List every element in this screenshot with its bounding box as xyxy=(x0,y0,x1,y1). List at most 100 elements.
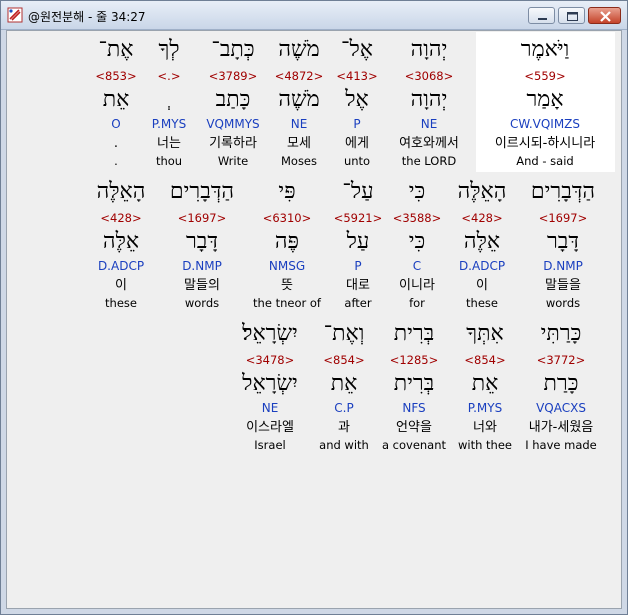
korean-gloss: . xyxy=(113,136,119,151)
strong-number[interactable]: <853> xyxy=(92,69,140,83)
strong-number[interactable]: <6310> xyxy=(247,211,327,225)
strong-number[interactable]: <428> xyxy=(85,211,157,225)
grammar-code: P.MYS xyxy=(467,401,503,415)
strong-number[interactable]: <1697> xyxy=(159,211,245,225)
strong-number[interactable]: <854> xyxy=(453,353,517,367)
lemma-word: אֵת xyxy=(102,87,130,112)
grammar-code: D.NMP xyxy=(182,259,222,273)
korean-gloss: 에게 xyxy=(345,136,369,151)
strong-number[interactable]: <3789> xyxy=(200,69,266,83)
english-gloss: And - said xyxy=(516,154,574,168)
hebrew-word: הַדְּבָרִים xyxy=(530,179,596,204)
strong-number[interactable]: <428> xyxy=(447,211,517,225)
strong-number[interactable]: <4872> xyxy=(271,69,327,83)
lemma-word: דָּבָר xyxy=(186,229,218,254)
grammar-code: CW.VQIMZS xyxy=(509,117,581,131)
korean-gloss: 이 xyxy=(476,278,488,293)
strong-number[interactable]: <3588> xyxy=(389,211,445,225)
english-gloss: words xyxy=(184,296,220,310)
hebrew-word: אִתְּךָ xyxy=(466,321,504,346)
hebrew-word: פִּי xyxy=(278,179,296,204)
english-gloss: with thee xyxy=(457,438,512,452)
korean-gloss: 여호와께서 xyxy=(399,136,459,151)
lemma-word: יִשְׂרָאֵל xyxy=(242,371,298,396)
grammar-code: C.P xyxy=(334,401,354,415)
lemma-word: אָמַר xyxy=(526,87,564,112)
hebrew-word: וַיֹּאמֶר xyxy=(520,37,570,62)
korean-gloss: 뜻 xyxy=(281,278,293,293)
english-gloss: the LORD xyxy=(401,154,457,168)
english-gloss: for xyxy=(409,296,425,310)
korean-gloss: 너는 xyxy=(157,136,181,151)
lemma-word: אֵלֶּה xyxy=(463,229,501,254)
lemma-word: בְּרִית xyxy=(393,371,435,396)
close-button[interactable] xyxy=(588,7,621,24)
lemma-word: דָּבָר xyxy=(547,229,579,254)
minimize-button[interactable] xyxy=(528,7,555,24)
maximize-button[interactable] xyxy=(558,7,585,24)
strong-number[interactable]: <854> xyxy=(315,353,373,367)
strong-number[interactable]: <.> xyxy=(145,69,193,83)
hebrew-word: כִּי xyxy=(408,179,426,204)
strong-number[interactable]: <413> xyxy=(332,69,382,83)
lemma-word: אֶל xyxy=(345,87,369,112)
english-gloss: the tneor of xyxy=(253,296,321,310)
korean-gloss: 기록하라 xyxy=(209,136,257,151)
strong-number[interactable]: <3068> xyxy=(389,69,469,83)
strong-number[interactable]: <3772> xyxy=(519,353,603,367)
hebrew-word: הָאֵלֶּה xyxy=(96,179,146,204)
hebrew-word: אֶת־ xyxy=(98,37,134,62)
window-title: @원전분해 - 줄 34:27 xyxy=(28,10,146,24)
hebrew-word: יִשְׂרָאֵל׃ xyxy=(242,321,298,346)
english-gloss: these xyxy=(105,296,137,310)
grammar-code: P.MYS xyxy=(151,117,187,131)
english-gloss: Write xyxy=(217,154,249,168)
hebrew-word: בְּרִית xyxy=(393,321,435,346)
strong-number[interactable]: <1285> xyxy=(377,353,451,367)
lemma-word: פֶּה xyxy=(274,229,300,254)
grammar-code: VQACXS xyxy=(536,401,586,415)
english-gloss: Moses xyxy=(280,154,318,168)
korean-gloss: 대로 xyxy=(346,278,370,293)
strong-number[interactable]: <3478> xyxy=(229,353,311,367)
korean-gloss: 내가-세웠음 xyxy=(528,420,594,435)
lemma-word: אֵת xyxy=(471,371,499,396)
verse-analysis-panel: וַיֹּאמֶר <559> אָמַר CW.VQIMZS 이르시되-하시니… xyxy=(6,30,622,609)
strong-number[interactable]: <5921> xyxy=(331,211,385,225)
english-gloss: and with xyxy=(319,438,369,452)
app-window: @원전분해 - 줄 34:27 וַיֹּאמֶר <559> אָמַר CW… xyxy=(0,0,628,615)
lemma-word: כָּרַת xyxy=(543,371,579,396)
korean-gloss: 과 xyxy=(338,420,350,435)
grammar-code: D.ADCP xyxy=(458,259,506,273)
korean-gloss: 이 xyxy=(115,278,127,293)
hebrew-word: לְךָ xyxy=(158,37,180,62)
english-gloss: unto xyxy=(343,154,371,168)
grammar-code: NE xyxy=(290,117,308,131)
app-logo-icon xyxy=(7,7,23,23)
hebrew-word: מֹשֶׁה xyxy=(278,37,320,62)
english-gloss: these xyxy=(466,296,498,310)
grammar-code: NMSG xyxy=(268,259,306,273)
grammar-code: O xyxy=(111,117,121,131)
english-gloss: words xyxy=(545,296,581,310)
grammar-code: P xyxy=(353,117,361,131)
strong-number[interactable]: <1697> xyxy=(519,211,607,225)
lemma-word: ְ xyxy=(145,86,193,114)
hebrew-word: כָּרַתִּי xyxy=(540,321,582,346)
english-gloss: after xyxy=(344,296,372,310)
hebrew-word: יְהוָה xyxy=(410,37,448,62)
korean-gloss: 말들의 xyxy=(184,278,220,293)
strong-number[interactable]: <559> xyxy=(480,69,610,83)
korean-gloss: 너와 xyxy=(473,420,497,435)
grammar-code: D.ADCP xyxy=(97,259,145,273)
korean-gloss: 언약을 xyxy=(396,420,432,435)
lemma-word: כָּתַב xyxy=(215,87,251,112)
english-gloss: a covenant xyxy=(381,438,447,452)
title-bar[interactable]: @원전분해 - 줄 34:27 xyxy=(1,1,627,30)
lemma-word: אֵת xyxy=(330,371,358,396)
hebrew-word: עַל־ xyxy=(342,179,374,204)
lemma-word: מֹשֶׁה xyxy=(278,87,320,112)
english-gloss: I have made xyxy=(525,438,597,452)
hebrew-word: אֶל־ xyxy=(341,37,373,62)
lemma-word: עַל xyxy=(346,229,370,254)
